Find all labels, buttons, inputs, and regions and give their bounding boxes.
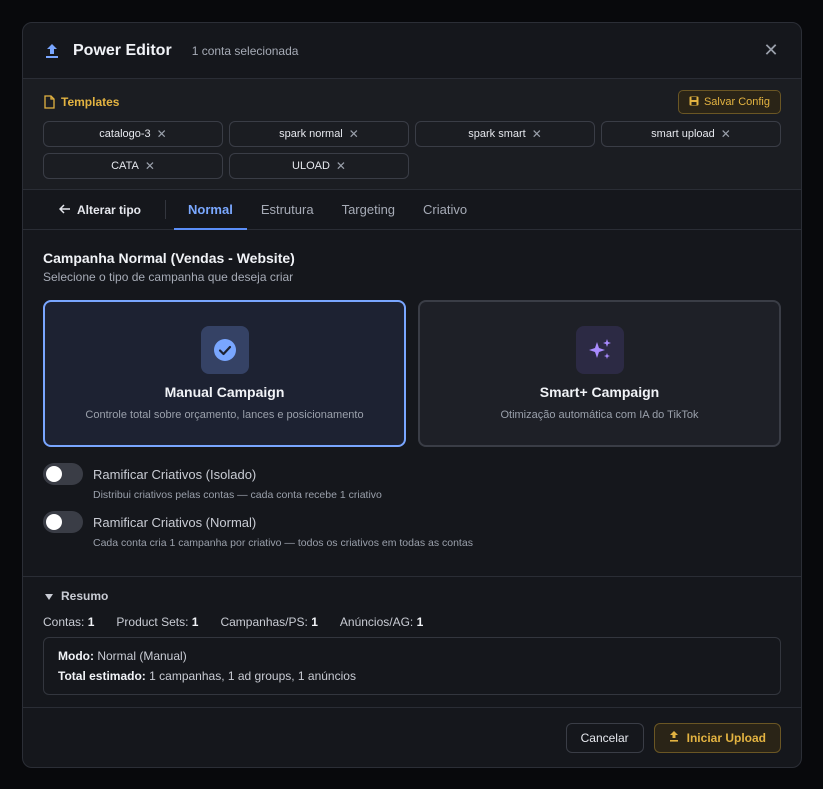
summary-title: Resumo — [61, 589, 109, 603]
template-chip[interactable]: spark smart ✕ — [415, 121, 595, 147]
template-chips: catalogo-3 ✕ spark normal ✕ spark smart ✕ s… — [43, 121, 781, 179]
summary-box: Modo: Normal (Manual) Total estimado: 1 … — [43, 637, 781, 695]
remove-icon[interactable]: ✕ — [721, 127, 731, 141]
save-icon — [689, 96, 699, 109]
chip-label: spark smart — [468, 128, 526, 140]
summary-section: Resumo Contas: 1 Product Sets: 1 Campanh… — [23, 576, 801, 695]
tab-criativo[interactable]: Criativo — [409, 190, 481, 229]
campaign-content: Campanha Normal (Vendas - Website) Selec… — [23, 230, 801, 549]
summary-total: Total estimado: 1 campanhas, 1 ad groups… — [58, 669, 356, 683]
start-upload-button[interactable]: Iniciar Upload — [653, 722, 781, 753]
close-icon[interactable]: ✕ — [761, 40, 781, 61]
template-chip[interactable]: smart upload ✕ — [601, 121, 781, 147]
toggle-title: Ramificar Criativos (Normal) — [93, 514, 257, 530]
arrow-left-icon — [58, 203, 71, 217]
upload-icon — [669, 730, 679, 745]
template-chip[interactable]: CATA ✕ — [43, 153, 223, 179]
section-title: Campanha Normal (Vendas - Website) — [43, 250, 295, 266]
save-config-label: Salvar Config — [703, 96, 770, 108]
remove-icon[interactable]: ✕ — [349, 127, 359, 141]
sparkles-icon — [575, 326, 624, 374]
remove-icon[interactable]: ✕ — [336, 159, 346, 173]
toggle-description: Distribui criativos pelas contas — cada … — [93, 489, 382, 501]
modal-header: Power Editor 1 conta selecionada ✕ — [23, 23, 801, 79]
template-chip[interactable]: ULOAD ✕ — [229, 153, 409, 179]
modal-title: Power Editor — [73, 41, 172, 59]
save-config-button[interactable]: Salvar Config — [677, 90, 781, 114]
template-chip[interactable]: spark normal ✕ — [229, 121, 409, 147]
summary-mode: Modo: Normal (Manual) — [58, 649, 187, 663]
chip-label: catalogo-3 — [99, 128, 151, 140]
chip-label: CATA — [111, 160, 139, 172]
document-icon — [43, 95, 55, 109]
upload-icon — [43, 42, 61, 60]
change-type-button[interactable]: Alterar tipo — [43, 190, 157, 229]
selected-accounts-text: 1 conta selecionada — [191, 43, 299, 58]
section-subtitle: Selecione o tipo de campanha que deseja … — [43, 270, 294, 284]
start-upload-label: Iniciar Upload — [686, 730, 766, 745]
tab-bar: Alterar tipo Normal Estrutura Targeting … — [23, 190, 801, 230]
stat-accounts: Contas: 1 — [43, 615, 95, 629]
branch-isolated-toggle[interactable] — [43, 463, 83, 485]
modal: Power Editor 1 conta selecionada ✕ Templ… — [22, 22, 802, 768]
template-chip[interactable]: catalogo-3 ✕ — [43, 121, 223, 147]
smart-campaign-card[interactable]: Smart+ Campaign Otimização automática co… — [418, 300, 781, 447]
branch-normal-option: Ramificar Criativos (Normal) Cada conta … — [43, 511, 781, 549]
tab-divider — [165, 200, 167, 219]
card-description: Otimização automática com IA do TikTok — [500, 409, 699, 421]
tab-estrutura[interactable]: Estrutura — [247, 190, 328, 229]
campaign-type-cards: Manual Campaign Controle total sobre orç… — [43, 300, 781, 447]
tab-normal[interactable]: Normal — [174, 190, 247, 230]
branch-isolated-option: Ramificar Criativos (Isolado) Distribui … — [43, 463, 781, 501]
toggle-title: Ramificar Criativos (Isolado) — [93, 466, 257, 482]
chip-label: smart upload — [651, 128, 715, 140]
cancel-button[interactable]: Cancelar — [565, 722, 644, 753]
card-description: Controle total sobre orçamento, lances e… — [85, 409, 364, 421]
remove-icon[interactable]: ✕ — [157, 127, 167, 141]
remove-icon[interactable]: ✕ — [532, 127, 542, 141]
stat-campaigns-per-ps: Campanhas/PS: 1 — [220, 615, 318, 629]
summary-stats: Contas: 1 Product Sets: 1 Campanhas/PS: … — [43, 615, 781, 629]
card-title: Manual Campaign — [164, 384, 285, 400]
change-type-label: Alterar tipo — [77, 202, 142, 217]
remove-icon[interactable]: ✕ — [145, 159, 155, 173]
templates-section: Templates Salvar Config catalogo-3 ✕ spar… — [23, 79, 801, 190]
tab-targeting[interactable]: Targeting — [328, 190, 409, 229]
toggle-description: Cada conta cria 1 campanha por criativo … — [93, 537, 473, 549]
templates-label: Templates — [61, 95, 120, 109]
branch-normal-toggle[interactable] — [43, 511, 83, 533]
summary-toggle[interactable]: Resumo — [45, 589, 781, 603]
manual-campaign-card[interactable]: Manual Campaign Controle total sobre orç… — [43, 300, 406, 447]
modal-footer: Cancelar Iniciar Upload — [23, 707, 801, 767]
chip-label: spark normal — [279, 128, 343, 140]
stat-product-sets: Product Sets: 1 — [116, 615, 199, 629]
card-title: Smart+ Campaign — [539, 384, 660, 400]
stat-ads-per-ag: Anúncios/AG: 1 — [339, 615, 424, 629]
check-circle-icon — [200, 326, 249, 374]
caret-down-icon — [45, 589, 53, 603]
chip-label: ULOAD — [292, 160, 330, 172]
